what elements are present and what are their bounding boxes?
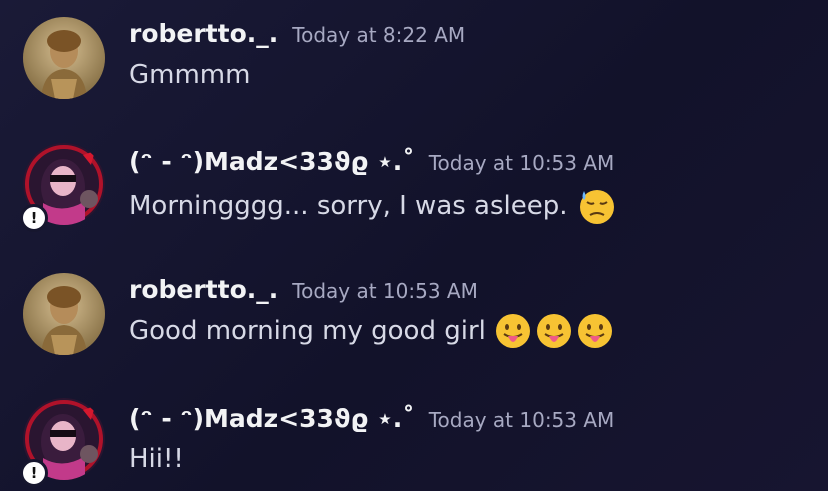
message-content: Good morning my good girl bbox=[129, 312, 614, 350]
status-badge: ! bbox=[20, 459, 48, 487]
username[interactable]: robertto._. bbox=[129, 19, 278, 48]
message-item: robertto._. Today at 10:53 AM Good morni… bbox=[0, 256, 828, 366]
message-header: robertto._. Today at 10:53 AM bbox=[129, 275, 478, 304]
username[interactable]: robertto._. bbox=[129, 275, 278, 304]
user-avatar[interactable] bbox=[23, 273, 105, 355]
message-item: ! (ᵔ - ᵔ)Madz<33ϑϱ ⋆.˚ Today at 10:53 AM… bbox=[0, 384, 828, 491]
statue-avatar-image bbox=[23, 17, 105, 99]
message-text: Good morning my good girl bbox=[129, 316, 486, 346]
timestamp[interactable]: Today at 8:22 AM bbox=[292, 23, 465, 47]
message-item: ! (ᵔ - ᵔ)Madz<33ϑϱ ⋆.˚ Today at 10:53 AM… bbox=[0, 128, 828, 238]
timestamp[interactable]: Today at 10:53 AM bbox=[429, 151, 615, 175]
tongue-out-emoji bbox=[535, 312, 573, 350]
message-item: robertto._. Today at 8:22 AM Gmmmm bbox=[0, 0, 828, 110]
timestamp[interactable]: Today at 10:53 AM bbox=[429, 408, 615, 432]
message-content: Hii!! bbox=[129, 444, 184, 474]
user-avatar[interactable] bbox=[23, 17, 105, 99]
message-header: (ᵔ - ᵔ)Madz<33ϑϱ ⋆.˚ Today at 10:53 AM bbox=[129, 404, 614, 433]
timestamp[interactable]: Today at 10:53 AM bbox=[292, 279, 478, 303]
tongue-out-emoji bbox=[494, 312, 532, 350]
username[interactable]: (ᵔ - ᵔ)Madz<33ϑϱ ⋆.˚ bbox=[129, 404, 415, 433]
downcast-sweat-emoji bbox=[578, 187, 616, 225]
message-text: Morningggg... sorry, I was asleep. bbox=[129, 191, 568, 221]
message-text: Gmmmm bbox=[129, 60, 251, 90]
message-text: Hii!! bbox=[129, 444, 184, 474]
username[interactable]: (ᵔ - ᵔ)Madz<33ϑϱ ⋆.˚ bbox=[129, 147, 415, 176]
status-badge: ! bbox=[20, 204, 48, 232]
message-content: Gmmmm bbox=[129, 60, 250, 90]
message-header: (ᵔ - ᵔ)Madz<33ϑϱ ⋆.˚ Today at 10:53 AM bbox=[129, 147, 614, 176]
message-header: robertto._. Today at 8:22 AM bbox=[129, 19, 465, 48]
statue-avatar-image bbox=[23, 273, 105, 355]
tongue-out-emoji bbox=[576, 312, 614, 350]
message-content: Morningggg... sorry, I was asleep. bbox=[129, 187, 616, 225]
